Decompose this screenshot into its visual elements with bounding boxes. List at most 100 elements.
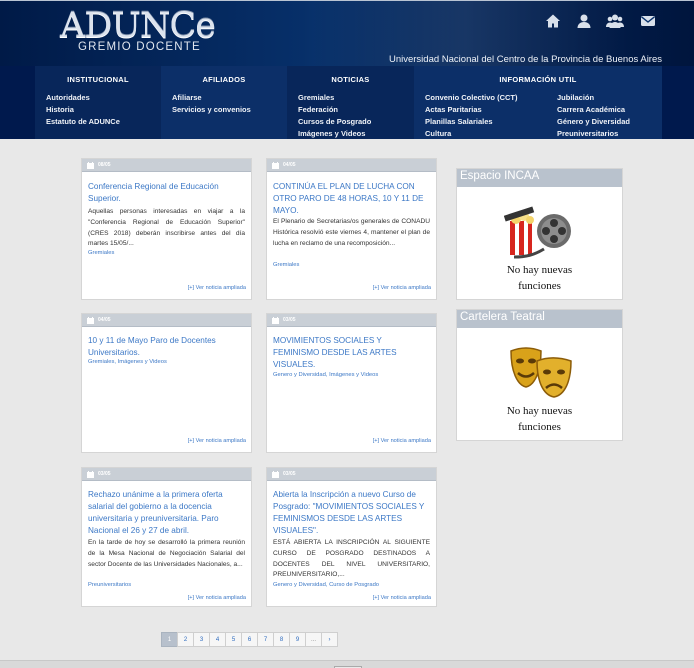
nav-head-institucional[interactable]: INSTITUCIONAL (35, 75, 161, 84)
calendar-icon (87, 162, 94, 169)
page-3-button[interactable]: 3 (193, 632, 210, 647)
next-page-button[interactable]: › (321, 632, 338, 647)
date-bar: 04/05 (82, 314, 251, 327)
date-bar: 08/05 (82, 159, 251, 172)
page-6-button[interactable]: 6 (241, 632, 258, 647)
nav-link-afiliarse[interactable]: Afiliarse (172, 93, 202, 102)
news-tag[interactable]: Curso de Posgrado (329, 582, 379, 588)
news-tag[interactable]: Gremiales (88, 250, 114, 256)
news-body: ESTÁ ABIERTA LA INSCRIPCIÓN AL SIGUIENTE… (273, 539, 430, 579)
no-functions-line2: funciones (518, 421, 561, 433)
nav-link-estatuto[interactable]: Estatuto de ADUNCe (46, 117, 120, 126)
read-more-link[interactable]: [+] Ver noticia ampliada (188, 285, 246, 291)
nav-link-cursos-posgrado[interactable]: Cursos de Posgrado (298, 117, 371, 126)
nav-section-afiliados: AFILIADOS Afiliarse Servicios y convenio… (161, 66, 287, 139)
home-icon[interactable] (545, 13, 561, 29)
news-title[interactable]: MOVIMIENTOS SOCIALES Y FEMINISMO DESDE L… (273, 335, 430, 371)
page-1-button[interactable]: 1 (161, 632, 178, 647)
read-more-link[interactable]: [+] Ver noticia ampliada (373, 285, 431, 291)
news-card: 03/05 MOVIMIENTOS SOCIALES Y FEMINISMO D… (266, 313, 437, 453)
news-title[interactable]: 10 y 11 de Mayo Paro de Docentes Univers… (88, 335, 245, 359)
nav-link-gremiales[interactable]: Gremiales (298, 93, 334, 102)
news-date: 04/05 (98, 317, 111, 323)
news-body: El Plenario de Secretarias/os generales … (273, 218, 430, 247)
news-date: 03/05 (283, 471, 296, 477)
news-tag[interactable]: Preuniversitarios (88, 582, 131, 588)
no-functions-text: No hay nuevas funciones (457, 403, 622, 435)
nav-link-planillas[interactable]: Planillas Salariales (425, 117, 493, 126)
sidebar-box-incaa: Espacio INCAA No hay nuevas funciones (456, 168, 623, 300)
calendar-icon (272, 317, 279, 324)
sidebar-box-teatro: Cartelera Teatral No hay nuevas funciones (456, 309, 623, 441)
calendar-icon (272, 162, 279, 169)
news-tag[interactable]: Imágenes y Videos (329, 372, 378, 378)
page-9-button[interactable]: 9 (289, 632, 306, 647)
nav-head-noticias[interactable]: NOTICIAS (287, 75, 414, 84)
film-reel-popcorn-icon[interactable] (504, 203, 578, 259)
nav-head-informacion-util[interactable]: INFORMACIÓN UTIL (414, 75, 662, 84)
user-icon[interactable] (576, 13, 592, 29)
site-header: ADUNCe GREMIO DOCENTE Universidad Nacion… (0, 1, 694, 66)
pagination: 1 2 3 4 5 6 7 8 9 ... › (161, 632, 338, 647)
nav-link-imagenes-videos[interactable]: Imágenes y Videos (298, 129, 365, 138)
main-navigation: INSTITUCIONAL Autoridades Historia Estat… (0, 66, 694, 139)
news-title[interactable]: Abierta la Inscripción a nuevo Curso de … (273, 489, 430, 537)
calendar-icon (272, 471, 279, 478)
news-tags: Preuniversitarios (88, 582, 245, 588)
news-tag[interactable]: Imágenes y Videos (118, 359, 167, 365)
nav-link-genero[interactable]: Género y Diversidad (557, 117, 630, 126)
news-tag[interactable]: Gremiales (88, 359, 114, 365)
aduncE-logo[interactable]: ADUNCe GREMIO DOCENTE (60, 6, 220, 56)
news-tags: Gremiales (273, 262, 430, 268)
read-more-link[interactable]: [+] Ver noticia ampliada (188, 595, 246, 601)
nav-link-autoridades[interactable]: Autoridades (46, 93, 90, 102)
nav-link-servicios[interactable]: Servicios y convenios (172, 105, 251, 114)
logo-subtitle: GREMIO DOCENTE (78, 41, 201, 53)
page-8-button[interactable]: 8 (273, 632, 290, 647)
sidebar-title: Espacio INCAA (457, 169, 622, 187)
page-7-button[interactable]: 7 (257, 632, 274, 647)
news-date: 04/05 (283, 162, 296, 168)
nav-link-jubilacion[interactable]: Jubilación (557, 93, 594, 102)
calendar-icon (87, 317, 94, 324)
news-date: 03/05 (98, 471, 111, 477)
news-body: Aquellas personas interesadas en viajar … (88, 208, 245, 248)
page-2-button[interactable]: 2 (177, 632, 194, 647)
users-icon[interactable] (606, 13, 624, 29)
no-functions-line2: funciones (518, 280, 561, 292)
footer-bar (0, 660, 694, 668)
date-bar: 03/05 (267, 314, 436, 327)
news-card: 04/05 CONTINÚA EL PLAN DE LUCHA CON OTRO… (266, 158, 437, 300)
page-5-button[interactable]: 5 (225, 632, 242, 647)
read-more-link[interactable]: [+] Ver noticia ampliada (188, 438, 246, 444)
news-tag[interactable]: Genero y Diversidad (273, 582, 326, 588)
news-card: 03/05 Rechazo unánime a la primera ofert… (81, 467, 252, 607)
nav-link-preuniversitarios[interactable]: Preuniversitarios (557, 129, 618, 138)
nav-link-carrera[interactable]: Carrera Académica (557, 105, 625, 114)
news-date: 08/05 (98, 162, 111, 168)
nav-section-institucional: INSTITUCIONAL Autoridades Historia Estat… (35, 66, 161, 139)
nav-head-afiliados[interactable]: AFILIADOS (161, 75, 287, 84)
date-bar: 03/05 (267, 468, 436, 481)
nav-link-actas[interactable]: Actas Paritarias (425, 105, 482, 114)
calendar-icon (87, 471, 94, 478)
nav-section-informacion-util: INFORMACIÓN UTIL Convenio Colectivo (CCT… (414, 66, 662, 139)
theater-masks-icon[interactable] (507, 347, 575, 401)
read-more-link[interactable]: [+] Ver noticia ampliada (373, 595, 431, 601)
news-tags: Gremiales (88, 250, 245, 256)
nav-link-cultura[interactable]: Cultura (425, 129, 451, 138)
news-tag[interactable]: Gremiales (273, 262, 299, 268)
news-card: 04/05 10 y 11 de Mayo Paro de Docentes U… (81, 313, 252, 453)
page-4-button[interactable]: 4 (209, 632, 226, 647)
envelope-icon[interactable] (640, 13, 656, 29)
nav-link-convenio[interactable]: Convenio Colectivo (CCT) (425, 93, 518, 102)
nav-link-federacion[interactable]: Federación (298, 105, 338, 114)
news-title[interactable]: Rechazo unánime a la primera oferta sala… (88, 489, 245, 537)
nav-link-historia[interactable]: Historia (46, 105, 74, 114)
news-title[interactable]: CONTINÚA EL PLAN DE LUCHA CON OTRO PARO … (273, 181, 430, 217)
read-more-link[interactable]: [+] Ver noticia ampliada (373, 438, 431, 444)
news-title[interactable]: Conferencia Regional de Educación Superi… (88, 181, 245, 205)
news-tag[interactable]: Genero y Diversidad (273, 372, 326, 378)
news-body: En la tarde de hoy se desarrolló la prim… (88, 539, 245, 568)
nav-section-noticias: NOTICIAS Gremiales Federación Cursos de … (287, 66, 414, 139)
